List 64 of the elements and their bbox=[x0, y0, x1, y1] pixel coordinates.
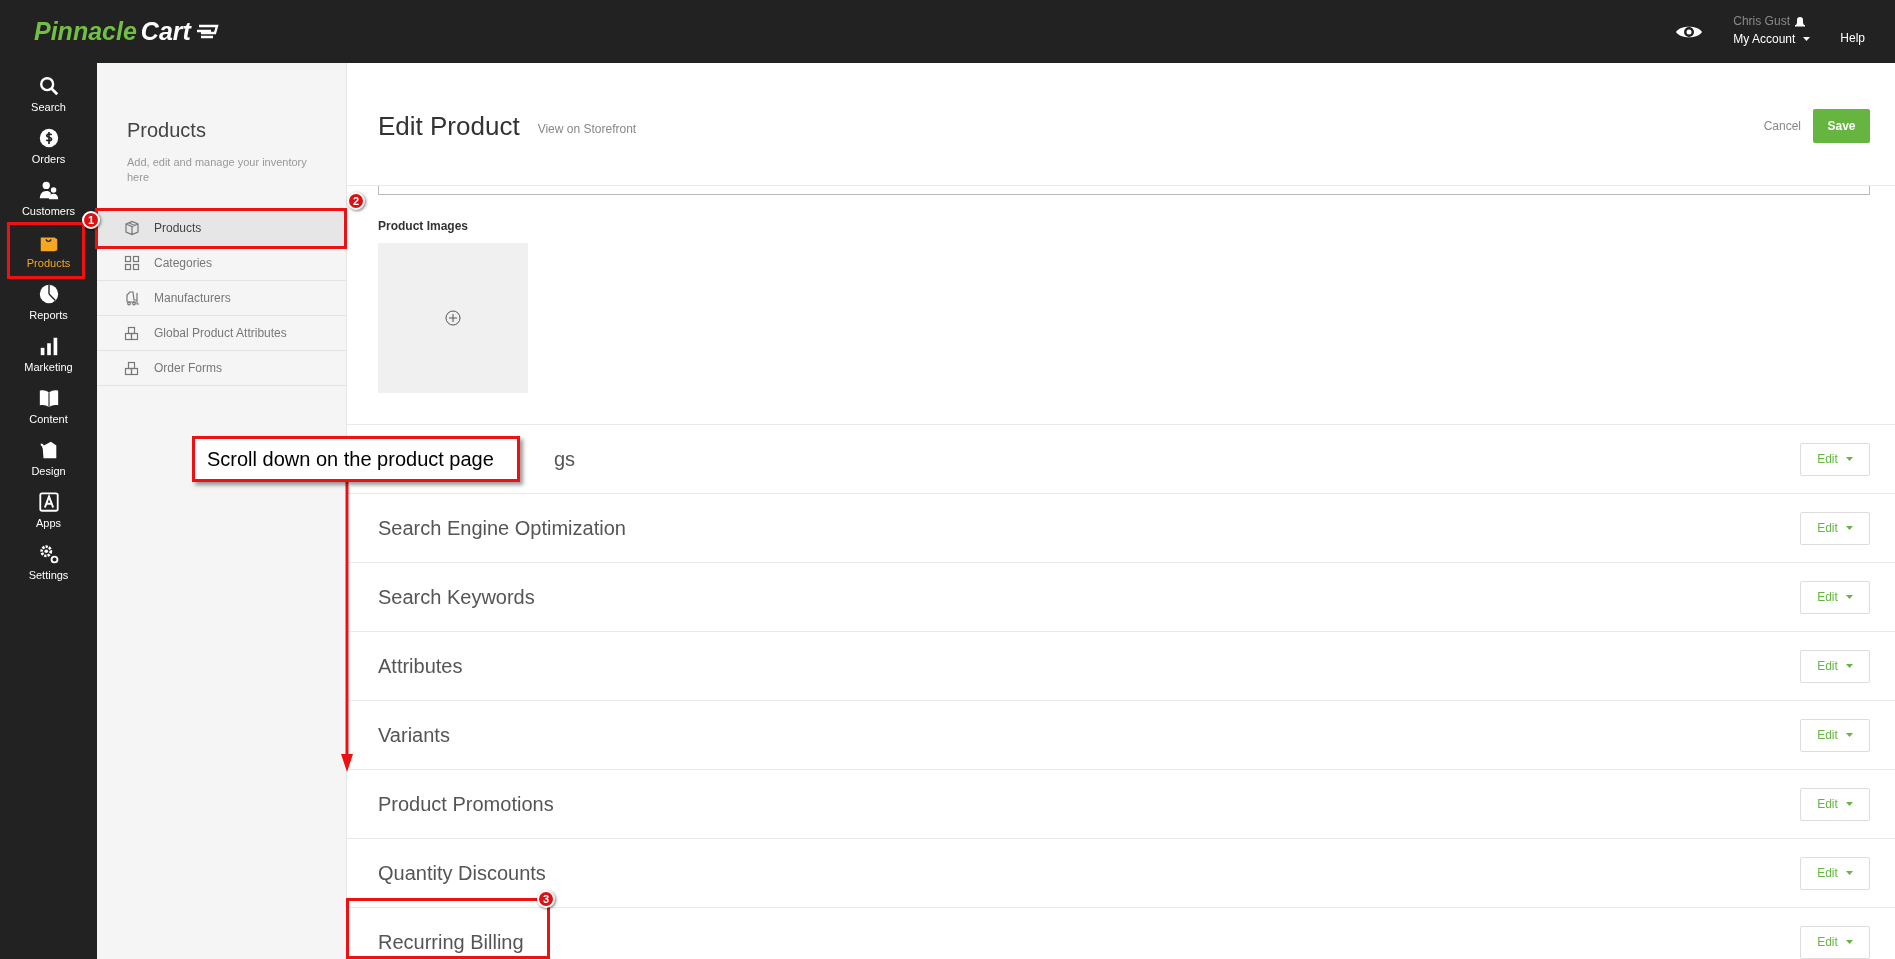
caret-icon bbox=[1845, 457, 1853, 461]
box-icon bbox=[124, 220, 140, 236]
edit-button[interactable]: Edit bbox=[1800, 511, 1870, 545]
caret-icon bbox=[1845, 871, 1853, 875]
section-heading: Attributes bbox=[378, 654, 463, 679]
boxes-icon bbox=[124, 360, 140, 376]
input-field[interactable] bbox=[378, 186, 1870, 195]
edit-button[interactable]: Edit bbox=[1800, 649, 1870, 683]
section-heading: Quantity Discounts bbox=[378, 861, 546, 886]
bell-icon[interactable] bbox=[1793, 14, 1806, 27]
search-icon bbox=[37, 74, 60, 97]
account-menu[interactable]: My Account bbox=[1733, 29, 1811, 48]
caret-icon bbox=[1845, 940, 1853, 944]
section-heading: Search Engine Optimization bbox=[378, 516, 626, 541]
field-label: Product Images bbox=[378, 218, 470, 235]
logo: Pinnacle Cart bbox=[34, 12, 221, 51]
nav-item[interactable]: Reports bbox=[15, 277, 82, 323]
section-heading: Recurring Billing bbox=[378, 930, 524, 955]
section-heading: Search Keywords bbox=[378, 585, 535, 610]
grid-icon bbox=[124, 255, 140, 271]
save-button[interactable]: Save bbox=[1813, 109, 1870, 143]
section-description: Add, edit and manage your inventory here bbox=[127, 155, 308, 185]
section-title: Products bbox=[127, 118, 207, 143]
nav-item[interactable]: Orders bbox=[15, 121, 82, 167]
edit-button[interactable]: Edit bbox=[1800, 856, 1870, 890]
caret-icon bbox=[1845, 664, 1853, 668]
section-heading: gs bbox=[554, 447, 576, 472]
nav-item[interactable]: Design bbox=[15, 433, 82, 479]
callout: Scroll down on the product page bbox=[192, 436, 520, 482]
nav-item[interactable]: Content bbox=[15, 381, 82, 427]
cart-icon bbox=[194, 22, 221, 41]
nav-item[interactable]: Marketing bbox=[15, 329, 82, 375]
nav-item[interactable]: Products bbox=[15, 225, 82, 271]
page-title: Edit Product bbox=[378, 109, 520, 143]
forklift-icon bbox=[124, 290, 140, 306]
edit-button[interactable]: Edit bbox=[1800, 718, 1870, 752]
edit-button[interactable]: Edit bbox=[1800, 787, 1870, 821]
boxes-icon bbox=[124, 325, 140, 341]
add-icon bbox=[445, 310, 461, 326]
help-link[interactable]: Help bbox=[1840, 28, 1865, 47]
caret-icon bbox=[1845, 595, 1853, 599]
nav-item[interactable]: Search bbox=[15, 69, 82, 115]
section-heading: Product Promotions bbox=[378, 792, 554, 817]
caret-icon bbox=[1845, 526, 1853, 530]
step-badge: 3 bbox=[537, 890, 555, 908]
caret-icon bbox=[1845, 802, 1853, 806]
caret-icon bbox=[1803, 36, 1811, 41]
nav-item[interactable]: Apps bbox=[15, 485, 82, 531]
dollar-icon bbox=[37, 126, 60, 149]
nav-item[interactable]: Settings bbox=[15, 537, 82, 583]
edit-button[interactable]: Edit bbox=[1800, 442, 1870, 476]
caret-icon bbox=[1845, 733, 1853, 737]
section-heading: Variants bbox=[378, 723, 450, 748]
nav-item[interactable]: Customers bbox=[15, 173, 82, 219]
user-name: Chris Gust bbox=[1733, 12, 1790, 30]
step-badge: 2 bbox=[347, 192, 365, 210]
letter-tile-icon bbox=[37, 490, 60, 513]
edit-button[interactable]: Edit bbox=[1800, 925, 1870, 959]
edit-button[interactable]: Edit bbox=[1800, 580, 1870, 614]
settings-icon bbox=[37, 542, 60, 565]
storefront-link[interactable]: View on Storefront bbox=[537, 120, 637, 138]
pie-chart-icon bbox=[37, 282, 60, 305]
sub-nav-item[interactable]: Products bbox=[97, 211, 346, 246]
cancel-button[interactable]: Cancel bbox=[1763, 117, 1801, 135]
